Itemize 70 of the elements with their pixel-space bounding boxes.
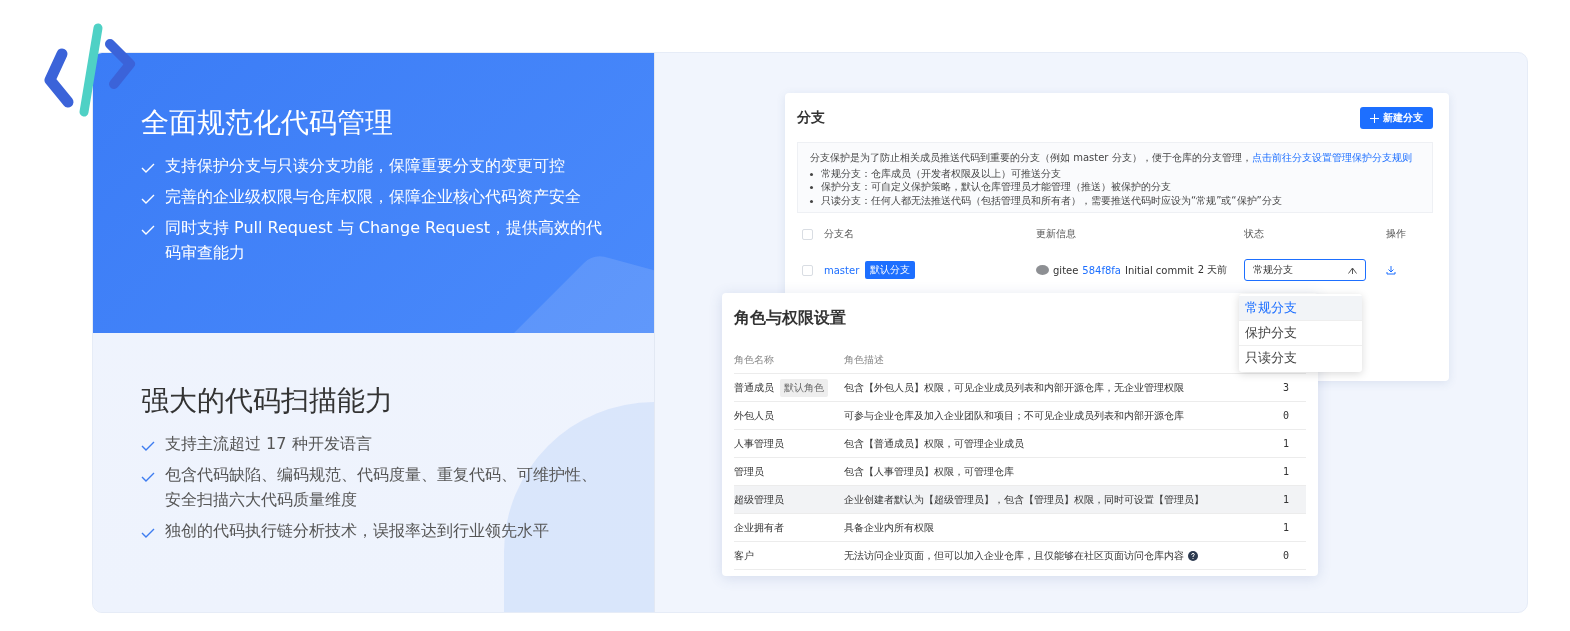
checkbox[interactable] [802,228,813,240]
feature-text: 支持保护分支与只读分支功能，保障重要分支的变更可控 [165,155,565,177]
column-header: 更新信息 [1036,227,1077,241]
rule-text: 常规分支：仓库成员（开发者权限及以上）可推送分支 [821,166,1061,180]
feature-text: 包含代码缺陷、编码规范、代码度量、重复代码、可维护性、安全扫描六大代码质量维度 [165,464,598,511]
column-header: 角色名称 [734,353,774,367]
default-role-tag: 默认角色 [780,378,828,397]
feature-text: 独创的代码执行链分析技术，误报率达到行业领先水平 [165,520,549,542]
feature-text: 支持主流超过 17 种开发语言 [165,433,372,455]
column-header: 状态 [1244,227,1265,241]
column-header: 分支名 [824,227,855,241]
user-name: gitee [1053,264,1079,276]
column-header: 操作 [1386,227,1407,241]
role-description: 企业创建者默认为【超级管理员】，包含【管理员】权限，同时可设置【管理员】 [844,492,1204,507]
new-branch-button[interactable]: 新建分支 [1360,107,1433,129]
feature-panel[interactable]: 全面规范化代码管理 支持保护分支与只读分支功能，保障重要分支的变更可控 完善的企业级权限与仓库权限，保障企业核心代码资产安全 同时支持 Pull Request 与 Change Request，提供高效的代码审查能力 [93,53,654,333]
table-row[interactable]: 企业拥有者 具备企业内所有权限 1 [734,514,1306,542]
member-count: 1 [1282,466,1290,477]
member-count: 3 [1282,382,1290,393]
commit-time: 2 天前 [1197,263,1228,277]
role-name: 普通成员 [734,380,774,395]
checkbox[interactable] [802,264,813,276]
notice-text: 分支保护是为了防止相关成员推送代码到重要的分支（例如 master 分支），便于仓库的分支管理，点击前往分支设置管理保护分支规则 [810,151,1413,165]
panel-title: 角色与权限设置 [734,307,846,329]
dropdown-option[interactable]: 常规分支 [1239,296,1362,320]
rule-text: 只读分支：任何人都无法推送代码（包括管理员和所有者），需要推送代码时应设为“常规”或“保护”分支 [821,193,1282,207]
role-description: 包含【外包人员】权限，可见企业成员列表和内部开源仓库，无企业管理权限 [844,380,1184,395]
table-row[interactable]: 外包人员 可参与企业仓库及加入企业团队和项目；不可见企业成员列表和内部开源仓库 0 [734,402,1306,430]
member-count: 0 [1282,550,1290,561]
feature-text: 完善的企业级权限与仓库权限，保障企业核心代码资产安全 [165,186,581,208]
role-description: 具备企业内所有权限 [844,520,934,535]
member-count: 1 [1282,438,1290,449]
commit-link[interactable]: 584f8fa [1082,264,1121,276]
feature-text: 同时支持 Pull Request 与 Change Request，提供高效的代码审查能力 [165,217,604,264]
table-row[interactable]: 人事管理员 包含【普通成员】权限，可管理企业成员 1 [734,430,1306,458]
branch-link[interactable]: master [824,264,860,276]
commit-message: Initial commit [1125,264,1194,276]
role-name: 外包人员 [734,408,774,423]
role-name: 客户 [734,548,754,563]
role-name: 超级管理员 [734,492,784,507]
member-count: 1 [1282,494,1290,505]
role-name: 管理员 [734,464,764,479]
bullet-icon [810,172,813,176]
default-tag: 默认分支 [865,261,916,279]
feature-panel[interactable]: 强大的代码扫描能力 支持主流超过 17 种开发语言 包含代码缺陷、编码规范、代码度量、重复代码、可维护性、安全扫描六大代码质量维度 独创的代码执行链分析技术，误报率达到行业领先水平 [93,333,654,612]
download-icon[interactable] [1386,265,1396,275]
feature-title: 全面规范化代码管理 [141,105,394,141]
role-description: 无法访问企业页面，但可以加入企业仓库，且仅能够在社区页面访问仓库内容 [844,548,1184,563]
panel-title: 分支 [797,109,825,127]
table-row[interactable]: 客户 无法访问企业页面，但可以加入企业仓库，且仅能够在社区页面访问仓库内容 0 [734,542,1306,570]
rule-text: 保护分支：可自定义保护策略，默认仓库管理员才能管理（推送）被保护的分支 [821,180,1171,194]
feature-title: 强大的代码扫描能力 [141,383,394,419]
member-count: 0 [1282,410,1290,421]
caret-icon [1348,266,1357,274]
role-description: 包含【人事管理员】权限，可管理仓库 [844,464,1014,479]
column-header: 角色描述 [844,353,884,367]
table-row[interactable]: 超级管理员 企业创建者默认为【超级管理员】，包含【管理员】权限，同时可设置【管理员】 1 [734,486,1306,514]
status-select[interactable]: 常规分支 [1244,259,1366,281]
bullet-icon [810,186,813,189]
member-count: 1 [1282,522,1290,533]
table-row[interactable]: 普通成员 默认角色 包含【外包人员】权限，可见企业成员列表和内部开源仓库，无企业管理权限 3 [734,374,1306,402]
role-description: 可参与企业仓库及加入企业团队和项目；不可见企业成员列表和内部开源仓库 [844,408,1184,423]
plus-icon [1370,113,1379,123]
settings-link[interactable]: 点击前往分支设置管理保护分支规则 [1251,152,1412,163]
bullet-icon [810,199,813,203]
role-description: 包含【普通成员】权限，可管理企业成员 [844,436,1024,451]
avatar-icon [1036,265,1049,275]
role-name: 企业拥有者 [734,520,784,535]
role-name: 人事管理员 [734,436,784,451]
help-icon[interactable] [1188,550,1198,561]
